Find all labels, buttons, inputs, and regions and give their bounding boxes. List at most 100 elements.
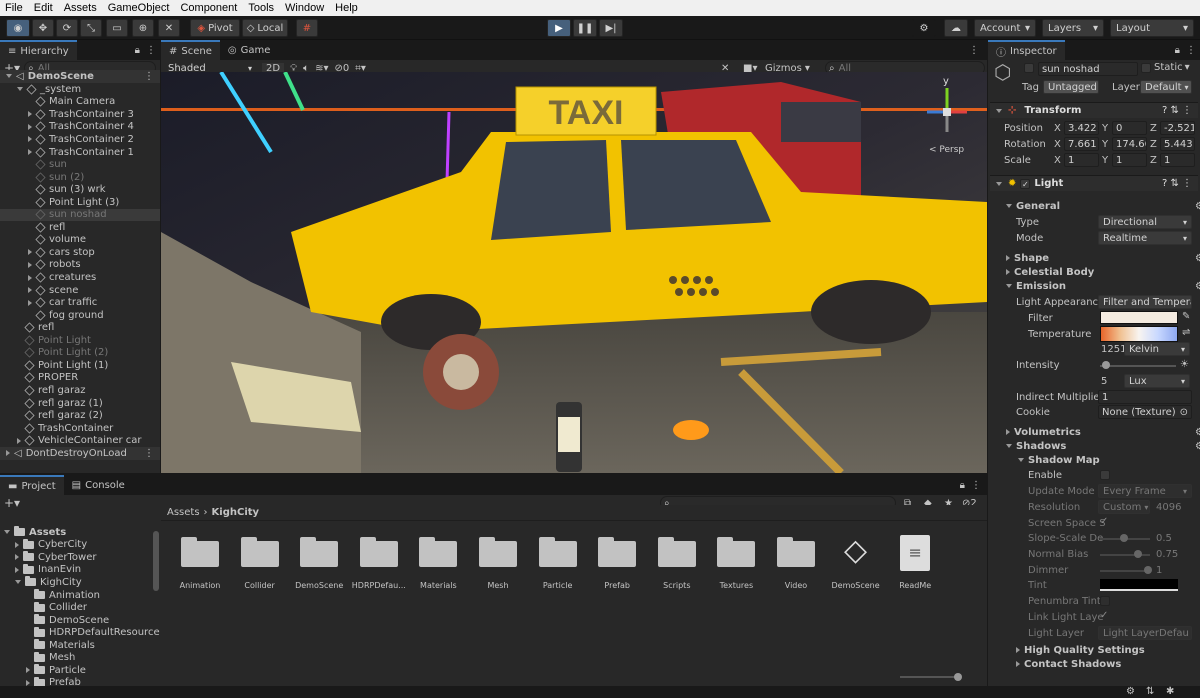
scale-y-input[interactable]: 1 [1112,153,1147,167]
transform-tool-button[interactable]: ⊕ [132,19,154,37]
screen-space-check-icon[interactable]: ✓ [1100,516,1108,527]
shadows-foldout[interactable]: Shadows ⚙ [1006,439,1200,453]
shape-foldout[interactable]: Shape ⚙ [1006,251,1200,265]
dimmer-slider-handle[interactable] [1144,566,1152,574]
celestial-foldout[interactable]: Celestial Body [1006,265,1200,279]
resolution-value[interactable]: 4096 [1156,502,1181,513]
move-tool-button[interactable]: ✥ [32,19,54,37]
hierarchy-item[interactable]: sun noshad [0,208,160,222]
update-mode-dropdown[interactable]: Every Frame [1098,484,1192,498]
bug-icon[interactable]: ✱ [1166,686,1174,697]
expand-icon[interactable] [28,123,32,130]
menu-item-gameobject[interactable]: GameObject [103,2,176,14]
component-menu-icons[interactable]: ? ⇅ ⋮ [1162,105,1192,116]
asset-item[interactable]: Prefab [587,535,647,590]
hierarchy-item[interactable]: scene [0,284,160,297]
intensity-value[interactable]: 5 [1101,376,1107,387]
active-checkbox[interactable] [1024,63,1034,73]
indirect-input[interactable]: 1 [1098,390,1192,404]
rotate-tool-button[interactable]: ⟳ [56,19,78,37]
hierarchy-item[interactable]: car traffic [0,296,160,309]
volumetrics-foldout[interactable]: Volumetrics ⚙ [1006,425,1200,439]
expand-icon[interactable] [15,541,19,548]
hierarchy-item[interactable]: TrashContainer 1 [0,146,160,159]
icon-size-slider[interactable] [900,676,960,678]
asset-item[interactable]: Collider [230,535,290,590]
project-tree-item[interactable]: Particle [0,664,160,677]
axis-y-label[interactable]: Y [1102,139,1108,150]
mode-dropdown[interactable]: Realtime [1098,231,1192,245]
project-tree-item[interactable]: Materials [0,639,160,652]
add-icon[interactable]: +▾ [4,496,20,510]
hierarchy-item[interactable]: refl garaz (1) [0,397,160,410]
hierarchy-item[interactable]: _system [0,83,160,96]
position-y-input[interactable]: 0 [1112,121,1147,135]
tab-game[interactable]: ◎ Game [220,40,279,60]
pivot-button[interactable]: ◈ Pivot [190,19,240,37]
project-tree-item[interactable]: KighCity [0,576,160,589]
asset-item[interactable]: Video [766,535,826,590]
asset-item[interactable]: Particle [528,535,588,590]
expand-icon[interactable] [28,136,32,143]
asset-item[interactable]: Textures [706,535,766,590]
asset-item[interactable]: Scripts [647,535,707,590]
hq-settings-foldout[interactable]: High Quality Settings [1016,643,1200,657]
tab-console[interactable]: ▤ Console [64,475,133,495]
intensity-slider-handle[interactable] [1102,361,1110,369]
project-tree-item[interactable]: Mesh [0,651,160,665]
menu-item-help[interactable]: Help [330,2,364,14]
normal-bias-slider[interactable] [1100,554,1150,556]
dimmer-slider[interactable] [1100,570,1150,572]
temperature-unit-dropdown[interactable]: Kelvin [1124,342,1190,356]
scene-viewport[interactable]: TAXI y < Persp [161,72,987,473]
emission-foldout[interactable]: Emission ⚙ [1006,279,1200,293]
hierarchy-item[interactable]: volume [0,234,160,247]
scale-z-input[interactable]: 1 [1160,153,1195,167]
intensity-unit-dropdown[interactable]: Lux [1124,374,1190,388]
icon-size-handle[interactable] [954,673,962,681]
filter-color-field[interactable] [1100,311,1178,324]
hierarchy-item[interactable]: refl [0,221,160,234]
axis-x-label[interactable]: X [1054,139,1061,150]
expand-icon[interactable] [15,554,19,561]
menu-item-tools[interactable]: Tools [243,2,280,14]
settings-icon[interactable]: ⚙ [1195,427,1200,438]
hierarchy-item[interactable]: PROPER [0,372,160,385]
expand-icon[interactable] [28,249,32,256]
more-icon[interactable]: ⋮ [1186,45,1196,56]
expand-icon[interactable] [28,111,32,118]
project-tree-item[interactable]: CyberTower [0,551,160,564]
step-button[interactable]: ▶| [599,19,623,37]
temperature-range-icon[interactable]: ⇌ [1182,327,1190,338]
play-button[interactable]: ▶ [547,19,571,37]
expand-icon[interactable] [17,437,21,444]
lock-icon[interactable]: 🔒︎ [1175,45,1180,56]
scale-tool-button[interactable]: ⤡ [80,19,102,37]
light-enabled-checkbox[interactable]: ✓ [1020,178,1031,189]
rotation-x-input[interactable]: 7.661 [1064,137,1099,151]
intensity-slider[interactable] [1100,365,1176,367]
asset-item[interactable]: DemoScene [289,535,349,590]
hierarchy-item[interactable]: sun (3) wrk [0,183,160,196]
expand-icon[interactable] [28,299,32,306]
hierarchy-item[interactable]: TrashContainer [0,422,160,435]
settings-icon[interactable]: ⚙ [1195,281,1200,292]
account-dropdown[interactable]: Account ▾ [974,19,1036,37]
hierarchy-item[interactable]: Main Camera [0,96,160,109]
asset-item[interactable]: Materials [408,535,468,590]
hierarchy-item[interactable]: cars stop [0,246,160,259]
pause-button[interactable]: ❚❚ [573,19,597,37]
hierarchy-item[interactable]: Point Light [0,334,160,347]
project-tree-item[interactable]: CyberCity [0,538,160,552]
hierarchy-item[interactable]: sun [0,158,160,171]
rotation-z-input[interactable]: 5.443 [1160,137,1195,151]
expand-icon[interactable] [28,287,32,294]
hierarchy-item[interactable]: VehicleContainer car [0,434,160,447]
lock-icon[interactable]: 🔒︎ [135,45,140,56]
more-icon[interactable]: ⋮ [971,480,981,491]
asset-item[interactable]: Animation [170,535,230,590]
rotation-y-input[interactable]: 174.66 [1112,137,1147,151]
rect-tool-button[interactable]: ▭ [106,19,128,37]
menu-item-file[interactable]: File [0,2,29,14]
project-tree-item[interactable]: HDRPDefaultResource [0,626,160,639]
